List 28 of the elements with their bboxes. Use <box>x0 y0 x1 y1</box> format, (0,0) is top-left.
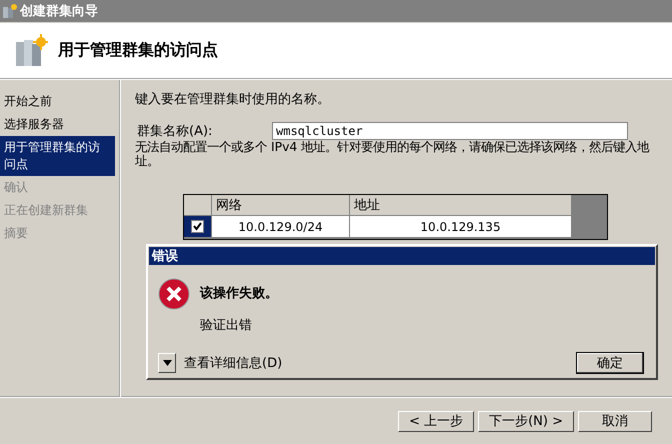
nav-item[interactable]: 选择服务器 <box>0 113 119 136</box>
details-label: 查看详细信息(D) <box>184 355 282 372</box>
cluster-name-field[interactable]: wmsqlcluster <box>272 122 628 140</box>
caret-icon <box>162 360 172 366</box>
nav-item[interactable]: 开始之前 <box>0 90 119 113</box>
column-header[interactable]: 网络 <box>212 195 350 216</box>
dialog-title: 错误 <box>149 247 655 265</box>
nav-item[interactable]: 用于管理群集的访问点 <box>0 136 115 176</box>
instruction-text: 键入要在管理群集时使用的名称。 <box>135 91 331 108</box>
wizard-button[interactable]: 取消 <box>578 410 652 432</box>
wizard-button[interactable]: < 上一步 <box>398 410 474 432</box>
check-cell[interactable] <box>184 216 212 237</box>
checkbox[interactable] <box>191 220 204 233</box>
error-detail: 验证出错 <box>200 317 253 334</box>
server-icon <box>2 3 18 19</box>
window-title: 创建群集向导 <box>20 3 98 20</box>
field-label: 群集名称(A): <box>136 123 214 140</box>
server-icon <box>14 34 48 68</box>
error-icon <box>158 278 190 310</box>
wizard-button[interactable]: 下一步(N) > <box>478 410 574 432</box>
table-cell: 10.0.129.0/24 <box>212 216 350 237</box>
table-cell: 10.0.129.135 <box>350 216 572 237</box>
ok-button[interactable]: 确定 <box>576 352 644 374</box>
column-header[interactable]: 地址 <box>350 195 572 216</box>
details-toggle[interactable] <box>158 353 176 373</box>
page-heading: 用于管理群集的访问点 <box>58 40 218 61</box>
error-message: 该操作失败。 <box>200 284 278 302</box>
note-text: 无法自动配置一个或多个 IPv4 地址。针对要使用的每个网络，请确保已选择该网络，然后键入地址。 <box>135 140 650 168</box>
